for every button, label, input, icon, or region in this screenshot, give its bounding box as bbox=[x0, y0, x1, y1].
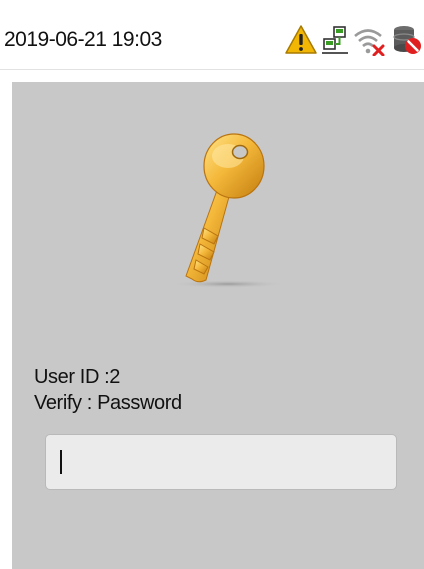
status-bar: 2019-06-21 19:03 bbox=[0, 0, 424, 70]
verify-mode-label: Verify : Password bbox=[34, 392, 182, 414]
date-time: 2019-06-21 19:03 bbox=[4, 28, 162, 51]
verify-panel: User ID :2 Verify : Password bbox=[12, 82, 424, 569]
password-input[interactable] bbox=[45, 434, 397, 490]
user-id-label: User ID :2 bbox=[34, 366, 121, 388]
key-icon bbox=[170, 133, 286, 288]
network-icon bbox=[322, 26, 348, 54]
server-disconnected-icon bbox=[393, 26, 421, 54]
text-cursor bbox=[60, 450, 62, 474]
warning-icon bbox=[285, 25, 317, 54]
wifi-disconnected-icon bbox=[354, 29, 385, 56]
